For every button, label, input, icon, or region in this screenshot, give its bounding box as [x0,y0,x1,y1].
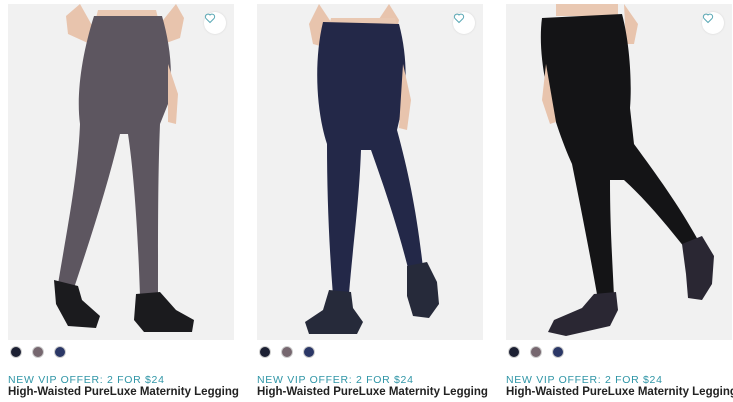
product-image[interactable] [8,4,234,340]
product-card[interactable]: NEW VIP OFFER: 2 FOR $24 High-Waisted Pu… [257,0,488,402]
product-title[interactable]: High-Waisted PureLuxe Maternity Legging [257,386,488,398]
vip-offer-text: NEW VIP OFFER: 2 FOR $24 [506,374,663,386]
product-grid: NEW VIP OFFER: 2 FOR $24 High-Waisted Pu… [0,0,733,402]
heart-outline-icon [453,13,465,24]
swatch-blue[interactable] [552,346,564,358]
heart-outline-icon [702,13,714,24]
swatch-gray[interactable] [281,346,293,358]
swatch-navy[interactable] [508,346,520,358]
swatch-blue[interactable] [54,346,66,358]
color-swatches [508,346,564,360]
product-title[interactable]: High-Waisted PureLuxe Maternity Legging [506,386,733,398]
swatch-navy[interactable] [10,346,22,358]
wishlist-button[interactable] [204,12,226,34]
model-photo [540,4,714,336]
product-image[interactable] [257,4,483,340]
swatch-navy[interactable] [259,346,271,358]
model-figure [540,4,714,336]
color-swatches [10,346,66,360]
model-figure [305,4,439,334]
wishlist-button[interactable] [453,12,475,34]
swatch-blue[interactable] [303,346,315,358]
wishlist-button[interactable] [702,12,724,34]
heart-outline-icon [204,13,216,24]
model-figure [54,4,194,332]
color-swatches [259,346,315,360]
product-card[interactable]: NEW VIP OFFER: 2 FOR $24 High-Waisted Pu… [8,0,239,402]
swatch-gray[interactable] [32,346,44,358]
product-card[interactable]: NEW VIP OFFER: 2 FOR $24 High-Waisted Pu… [506,0,733,402]
vip-offer-text: NEW VIP OFFER: 2 FOR $24 [257,374,414,386]
vip-offer-text: NEW VIP OFFER: 2 FOR $24 [8,374,165,386]
model-photo [305,4,439,334]
product-image[interactable] [506,4,732,340]
product-title[interactable]: High-Waisted PureLuxe Maternity Legging [8,386,239,398]
swatch-gray[interactable] [530,346,542,358]
model-photo [54,4,194,332]
